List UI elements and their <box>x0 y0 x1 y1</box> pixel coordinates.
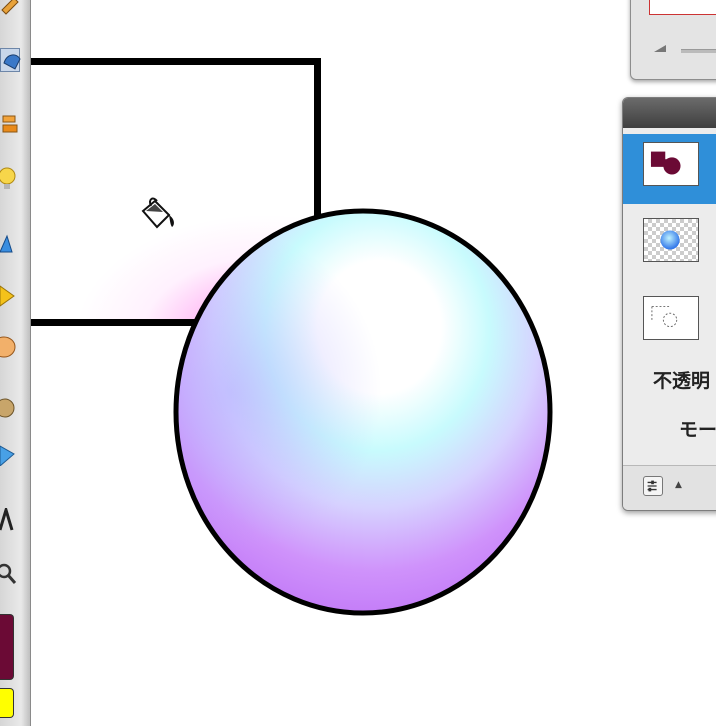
layer-row[interactable] <box>623 288 716 358</box>
layers-stack-icon[interactable] <box>0 112 22 136</box>
mode-label: モー <box>679 419 716 441</box>
options-icon[interactable] <box>643 476 663 496</box>
layer-shape-icon <box>650 151 681 175</box>
diamond-icon[interactable] <box>0 284 22 308</box>
panel-titlebar[interactable] <box>623 98 716 128</box>
dashed-shape-icon <box>651 306 678 328</box>
tool-palette <box>0 0 31 726</box>
layer-row-selected[interactable] <box>623 134 716 204</box>
lightbulb-icon[interactable] <box>0 167 22 191</box>
panel-footer: ▲ <box>623 465 716 510</box>
color-field[interactable] <box>649 0 716 15</box>
layer-thumbnail-transparent <box>643 218 699 262</box>
slider-track[interactable] <box>681 49 716 53</box>
brush-icon[interactable] <box>0 0 22 18</box>
selected-tool-icon[interactable] <box>0 48 21 72</box>
top-panel <box>630 0 716 80</box>
shell-icon[interactable] <box>0 335 22 359</box>
gradient-sphere[interactable] <box>171 205 556 620</box>
sphere-thumbnail-icon <box>660 230 680 250</box>
layer-thumbnail <box>643 142 699 186</box>
foreground-color-swatch[interactable] <box>0 614 14 680</box>
triangle-shape-icon[interactable] <box>0 232 22 256</box>
layer-thumbnail <box>643 296 699 340</box>
drawing-canvas[interactable] <box>31 0 716 726</box>
blob-icon[interactable] <box>0 395 22 419</box>
magnifier-icon[interactable] <box>0 563 22 587</box>
background-color-swatch[interactable] <box>0 688 14 718</box>
layer-row[interactable] <box>623 210 716 280</box>
menu-triangle-icon[interactable]: ▲ <box>675 480 682 490</box>
wing-icon[interactable] <box>0 442 22 466</box>
opacity-label: 不透明 <box>653 370 711 392</box>
slider-min-icon <box>654 45 666 52</box>
text-tool-icon[interactable] <box>0 508 22 532</box>
layers-panel: 不透明 モー ▲ <box>622 97 716 511</box>
